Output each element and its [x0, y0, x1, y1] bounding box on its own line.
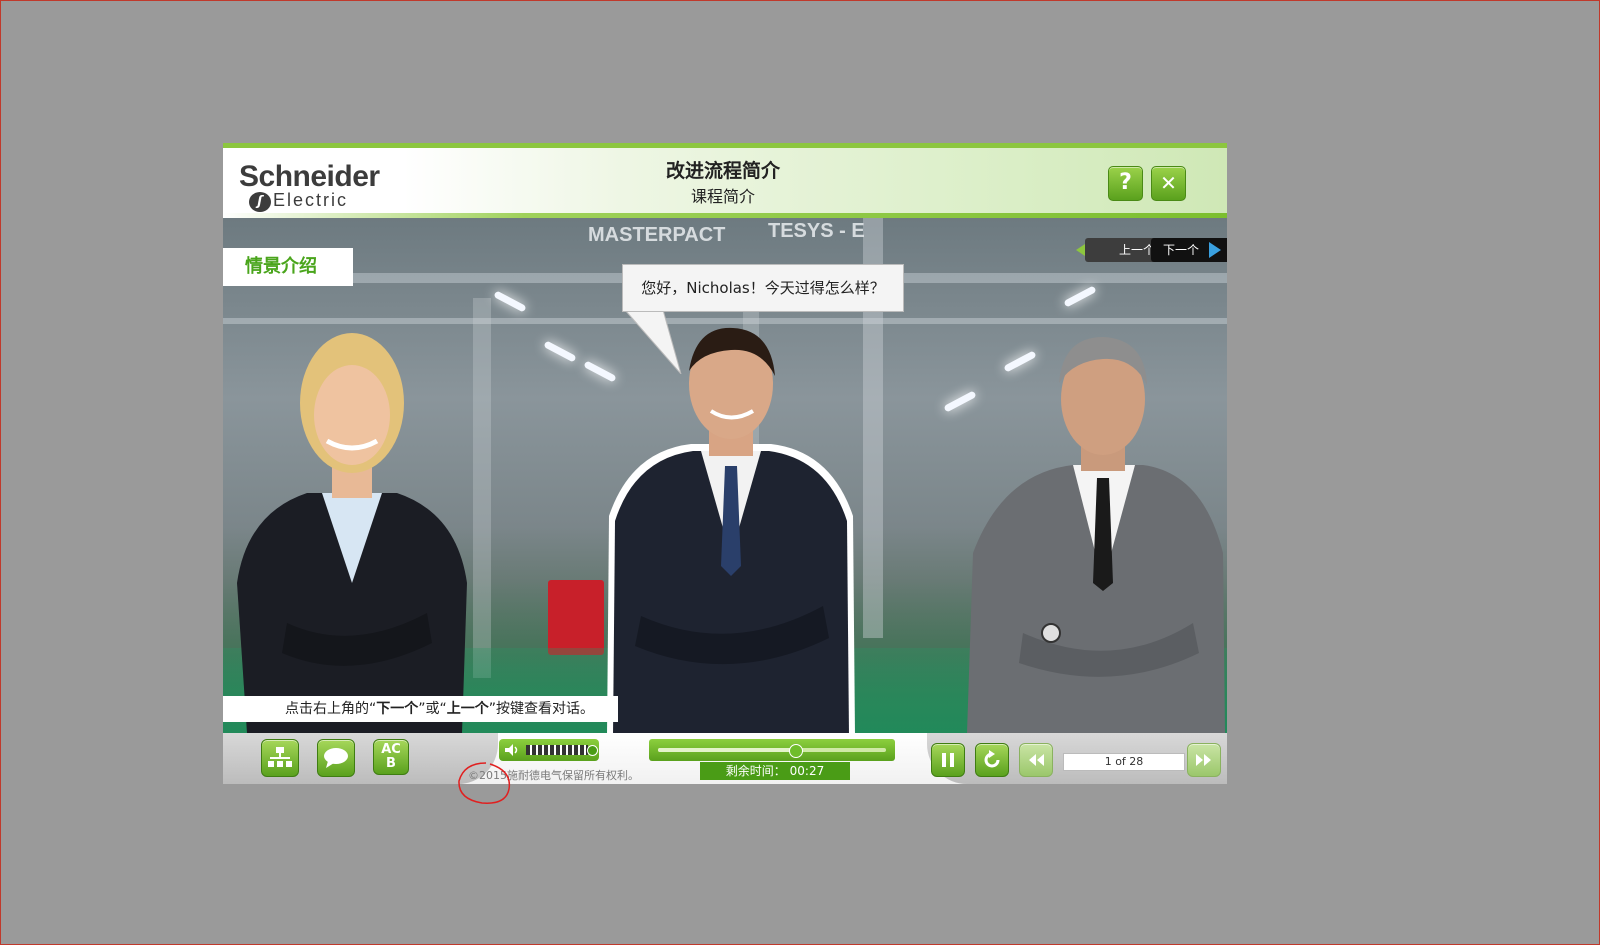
glossary-button[interactable]: AC B: [373, 739, 409, 775]
nicholas-character: [607, 327, 855, 733]
volume-control[interactable]: [499, 739, 599, 761]
factory-sign-masterpact: MASTERPACT: [588, 224, 726, 246]
speaker-icon[interactable]: [504, 743, 520, 757]
schneider-logo: Schneider ʃ Electric: [239, 160, 380, 212]
ceiling-lamp: [1063, 285, 1097, 308]
course-title: 改进流程简介: [665, 160, 780, 182]
previous-slide-button[interactable]: [1019, 743, 1053, 777]
red-bin: [548, 580, 604, 655]
progress-track[interactable]: [658, 744, 886, 758]
scene-title: 情景介绍: [223, 248, 353, 286]
close-button[interactable]: ✕: [1151, 166, 1186, 201]
progress-knob[interactable]: [788, 744, 803, 758]
volume-slider[interactable]: [526, 745, 588, 755]
next-arrow-icon[interactable]: [1209, 242, 1221, 258]
senior-character: [967, 337, 1225, 733]
next-slide-button[interactable]: [1187, 743, 1221, 777]
transcript-button[interactable]: [317, 739, 355, 777]
volume-knob[interactable]: [587, 745, 598, 756]
scene-stage: MASTERPACT TESYS - E 情景介绍 上一个 下一个 您好，Nic…: [223, 218, 1227, 733]
ceiling-lamp: [493, 290, 527, 313]
dialog-hint: 点击右上角的“下一个”或“上一个”按键查看对话。: [223, 696, 618, 722]
pause-button[interactable]: [931, 743, 965, 777]
progress-fill: [658, 748, 795, 752]
header-bar: Schneider ʃ Electric 改进流程简介 课程简介 ? ✕: [223, 143, 1227, 218]
annotation-circle: [458, 762, 511, 804]
pause-icon: [942, 753, 954, 767]
page-indicator: 1 of 28: [1063, 753, 1185, 771]
time-remaining: 剩余时间： 00:27: [700, 762, 850, 780]
course-player: Schneider ʃ Electric 改进流程简介 课程简介 ? ✕ MAS…: [223, 143, 1227, 784]
rewind-icon: [1029, 754, 1044, 766]
progress-bar[interactable]: [649, 739, 895, 761]
ceiling-lamp: [543, 340, 577, 363]
help-button[interactable]: ?: [1108, 166, 1143, 201]
speech-tail: [624, 310, 682, 374]
fast-forward-icon: [1196, 754, 1211, 766]
factory-sign-tesys: TESYS - E: [768, 220, 865, 242]
replay-icon: [984, 750, 1000, 768]
woman-character: [237, 333, 467, 733]
speech-bubble-icon: [324, 748, 348, 768]
control-bar: AC B ©2015施耐德电气保留所有权利。 剩余时间： 00:27 1 of …: [223, 733, 1227, 784]
course-subtitle: 课程简介: [690, 187, 755, 206]
sitemap-icon: [268, 747, 292, 767]
logo-mark-icon: ʃ: [249, 192, 271, 212]
speech-bubble: 您好，Nicholas！今天过得怎么样？: [622, 264, 904, 312]
replay-button[interactable]: [975, 743, 1009, 777]
menu-button[interactable]: [261, 739, 299, 777]
